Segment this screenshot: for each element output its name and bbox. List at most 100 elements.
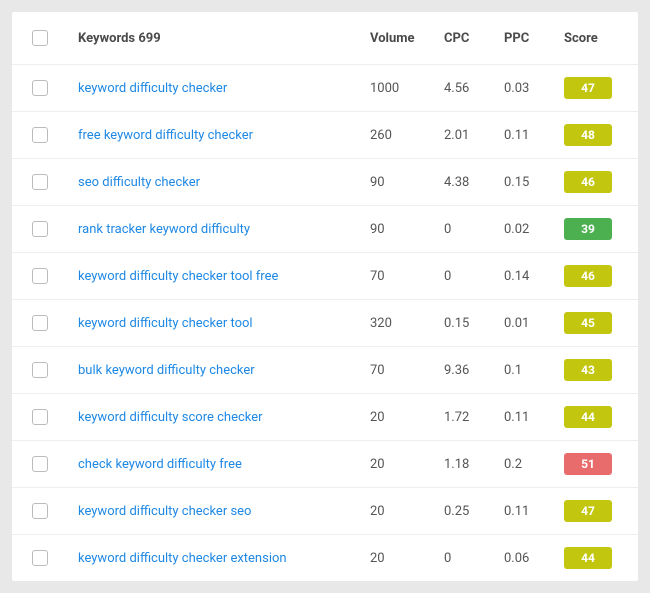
row-checkbox[interactable] — [32, 550, 48, 566]
ppc-cell: 0.11 — [504, 128, 564, 143]
score-cell: 44 — [564, 406, 618, 428]
cpc-cell: 0.15 — [444, 316, 504, 331]
header-cpc[interactable]: CPC — [444, 31, 504, 46]
keyword-cell: free keyword difficulty checker — [78, 128, 370, 143]
score-cell: 48 — [564, 124, 618, 146]
volume-cell: 70 — [370, 269, 444, 284]
volume-cell: 260 — [370, 128, 444, 143]
ppc-cell: 0.2 — [504, 457, 564, 472]
select-all-checkbox[interactable] — [32, 30, 48, 46]
cpc-cell: 4.38 — [444, 175, 504, 190]
score-cell: 51 — [564, 453, 618, 475]
ppc-cell: 0.15 — [504, 175, 564, 190]
keyword-link[interactable]: check keyword difficulty free — [78, 457, 242, 472]
table-row: bulk keyword difficulty checker 709.360.1… — [12, 347, 638, 394]
volume-cell: 1000 — [370, 81, 444, 96]
cpc-cell: 2.01 — [444, 128, 504, 143]
table-row: keyword difficulty checker tool3200.150.… — [12, 300, 638, 347]
score-badge: 44 — [564, 406, 612, 428]
keyword-cell: rank tracker keyword difficulty — [78, 222, 370, 237]
table-body: keyword difficulty checker 10004.560.0347… — [12, 65, 638, 581]
keyword-link[interactable]: keyword difficulty checker — [78, 81, 227, 96]
score-badge: 39 — [564, 218, 612, 240]
score-badge: 46 — [564, 265, 612, 287]
volume-cell: 70 — [370, 363, 444, 378]
keyword-link[interactable]: seo difficulty checker — [78, 175, 200, 190]
table-row: free keyword difficulty checker 2602.010.… — [12, 112, 638, 159]
keyword-cell: keyword difficulty checker — [78, 81, 370, 96]
cpc-cell: 4.56 — [444, 81, 504, 96]
row-checkbox[interactable] — [32, 221, 48, 237]
ppc-cell: 0.11 — [504, 410, 564, 425]
table-row: check keyword difficulty free 201.180.251 — [12, 441, 638, 488]
volume-cell: 20 — [370, 504, 444, 519]
ppc-cell: 0.03 — [504, 81, 564, 96]
score-badge: 47 — [564, 77, 612, 99]
score-badge: 48 — [564, 124, 612, 146]
keyword-cell: check keyword difficulty free — [78, 457, 370, 472]
score-badge: 45 — [564, 312, 612, 334]
volume-cell: 20 — [370, 551, 444, 566]
table-header: Keywords 699 Volume CPC PPC Score — [12, 12, 638, 65]
cpc-cell: 1.18 — [444, 457, 504, 472]
row-check-cell — [32, 221, 78, 237]
keyword-cell: seo difficulty checker — [78, 175, 370, 190]
keyword-link[interactable]: bulk keyword difficulty checker — [78, 363, 255, 378]
cpc-cell: 0 — [444, 551, 504, 566]
volume-cell: 90 — [370, 175, 444, 190]
keyword-link[interactable]: keyword difficulty score checker — [78, 410, 263, 425]
keyword-link[interactable]: keyword difficulty checker tool — [78, 316, 253, 331]
row-check-cell — [32, 174, 78, 190]
cpc-cell: 9.36 — [444, 363, 504, 378]
cpc-cell: 0 — [444, 222, 504, 237]
ppc-cell: 0.11 — [504, 504, 564, 519]
volume-cell: 20 — [370, 410, 444, 425]
table-row: rank tracker keyword difficulty 9000.0239 — [12, 206, 638, 253]
keyword-link[interactable]: keyword difficulty checker extension — [78, 551, 287, 566]
keyword-link[interactable]: keyword difficulty checker tool free — [78, 269, 278, 284]
cpc-cell: 1.72 — [444, 410, 504, 425]
header-volume[interactable]: Volume — [370, 31, 444, 46]
table-row: keyword difficulty checker seo200.250.11… — [12, 488, 638, 535]
row-checkbox[interactable] — [32, 409, 48, 425]
ppc-cell: 0.06 — [504, 551, 564, 566]
table-row: keyword difficulty score checker 201.720.… — [12, 394, 638, 441]
score-cell: 43 — [564, 359, 618, 381]
volume-cell: 320 — [370, 316, 444, 331]
ppc-cell: 0.1 — [504, 363, 564, 378]
row-check-cell — [32, 315, 78, 331]
row-check-cell — [32, 503, 78, 519]
keyword-cell: keyword difficulty checker seo — [78, 504, 370, 519]
keyword-link[interactable]: free keyword difficulty checker — [78, 128, 253, 143]
volume-cell: 20 — [370, 457, 444, 472]
score-cell: 39 — [564, 218, 618, 240]
row-check-cell — [32, 456, 78, 472]
score-cell: 44 — [564, 547, 618, 569]
table-row: keyword difficulty checker 10004.560.0347 — [12, 65, 638, 112]
row-checkbox[interactable] — [32, 362, 48, 378]
keyword-cell: keyword difficulty score checker — [78, 410, 370, 425]
header-ppc[interactable]: PPC — [504, 31, 564, 46]
row-checkbox[interactable] — [32, 80, 48, 96]
score-badge: 44 — [564, 547, 612, 569]
row-checkbox[interactable] — [32, 268, 48, 284]
row-checkbox[interactable] — [32, 503, 48, 519]
keyword-cell: bulk keyword difficulty checker — [78, 363, 370, 378]
keyword-link[interactable]: rank tracker keyword difficulty — [78, 222, 250, 237]
table-row: keyword difficulty checker tool free7000… — [12, 253, 638, 300]
volume-cell: 90 — [370, 222, 444, 237]
ppc-cell: 0.02 — [504, 222, 564, 237]
row-check-cell — [32, 268, 78, 284]
row-check-cell — [32, 127, 78, 143]
row-checkbox[interactable] — [32, 174, 48, 190]
score-badge: 43 — [564, 359, 612, 381]
row-check-cell — [32, 362, 78, 378]
row-checkbox[interactable] — [32, 315, 48, 331]
row-checkbox[interactable] — [32, 127, 48, 143]
row-checkbox[interactable] — [32, 456, 48, 472]
row-check-cell — [32, 80, 78, 96]
header-keywords[interactable]: Keywords 699 — [78, 31, 370, 46]
keyword-link[interactable]: keyword difficulty checker seo — [78, 504, 251, 519]
score-cell: 45 — [564, 312, 618, 334]
header-score[interactable]: Score — [564, 31, 618, 46]
